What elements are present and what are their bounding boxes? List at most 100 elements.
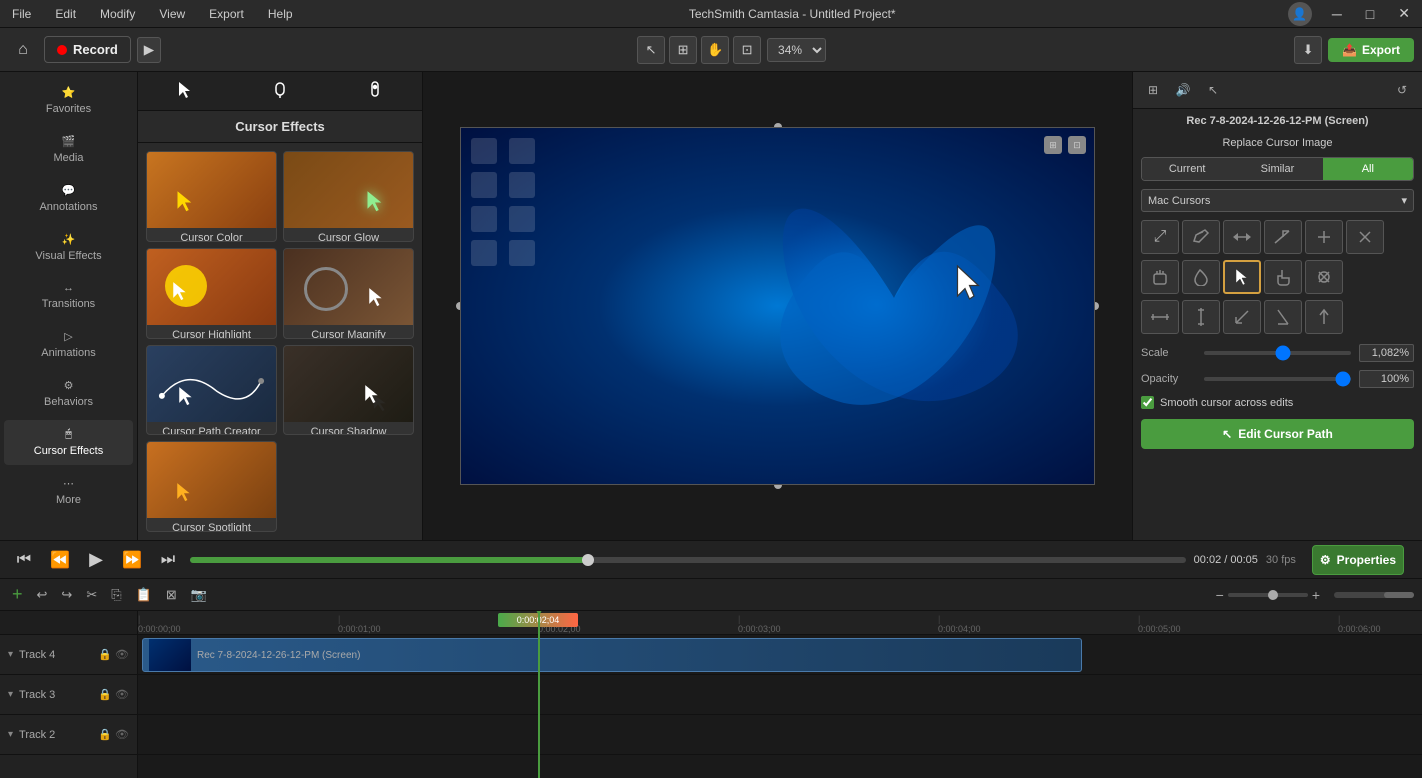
step-forward-button[interactable]: ⏭ [154,546,182,574]
cursor-cell-diag2[interactable] [1264,300,1302,334]
effect-card-cursor-path[interactable]: Cursor Path Creator [146,345,277,436]
track-4-chevron[interactable]: ▾ [8,649,13,660]
track-2-chevron[interactable]: ▾ [8,729,13,740]
download-icon[interactable]: ⬇ [1294,36,1322,64]
zoom-out-button[interactable]: − [1216,587,1224,603]
clip-track4[interactable]: Rec 7-8-2024-12-26-12-PM (Screen) [142,638,1082,672]
maximize-btn[interactable]: □ [1362,4,1378,24]
grid-icon[interactable]: ⊞ [1141,78,1165,102]
sidebar-item-favorites[interactable]: ⭐ Favorites [4,78,133,123]
cursor-cell-hand-point[interactable] [1264,260,1302,294]
cursor-cell-resize-h[interactable] [1223,220,1261,254]
zoom-select[interactable]: 34% [767,38,826,62]
add-track-button[interactable]: + [8,584,27,605]
close-btn[interactable]: ✕ [1394,3,1414,24]
export-button[interactable]: 📤 Export [1328,38,1414,62]
select-tool[interactable]: ↖ [637,36,665,64]
split-button[interactable]: ⊠ [162,585,181,605]
zoom-in-button[interactable]: + [1312,587,1320,603]
track-3-chevron[interactable]: ▾ [8,689,13,700]
effect-card-cursor-highlight[interactable]: Cursor Highlight [146,248,277,339]
menu-modify[interactable]: Modify [96,5,139,23]
properties-button[interactable]: ⚙ Properties [1312,545,1404,575]
undo-button[interactable]: ↩ [33,585,52,605]
record-button[interactable]: Record [44,36,131,63]
menu-edit[interactable]: Edit [51,5,80,23]
scroll-thumb[interactable] [1384,592,1414,598]
sidebar-item-transitions[interactable]: ↔ Transitions [4,274,133,318]
track-eye-icon[interactable]: 👁 [115,648,129,661]
redo-button[interactable]: ↪ [57,585,76,605]
track-2-lock-icon[interactable]: 🔒 [98,728,112,741]
zoom-slider-handle[interactable] [1268,590,1278,600]
user-avatar[interactable]: 👤 [1288,2,1312,26]
tab-cursor-click[interactable] [233,72,328,110]
scale-slider[interactable] [1204,351,1351,355]
step-back-button[interactable]: ⏮ [10,546,38,574]
cursor-cell-vline[interactable] [1182,300,1220,334]
cut-button[interactable]: ✂ [82,585,101,605]
cursor-cell-hand-flat[interactable] [1141,260,1179,294]
frame-back-button[interactable]: ⏪ [46,546,74,574]
track-2-eye-icon[interactable]: 👁 [115,728,129,741]
cursor-cell-hline[interactable] [1141,300,1179,334]
transform-tool[interactable]: ⊞ [669,36,697,64]
menu-view[interactable]: View [155,5,189,23]
effect-card-extra[interactable]: Cursor Spotlight [146,441,277,532]
hand-tool[interactable]: ✋ [701,36,729,64]
progress-handle[interactable] [582,554,594,566]
cursor-cell-drop[interactable] [1182,260,1220,294]
playhead[interactable] [538,611,540,778]
minimize-btn[interactable]: ─ [1328,4,1346,24]
tab-cursor-scroll[interactable] [327,72,422,110]
horizontal-scroll[interactable] [1334,592,1414,598]
cursor-rp-icon[interactable]: ↖ [1201,78,1225,102]
menu-help[interactable]: Help [264,5,297,23]
cursor-cell-cross[interactable] [1305,260,1343,294]
paste-button[interactable]: 📋 [132,585,156,605]
home-button[interactable]: ⌂ [8,35,38,65]
effect-card-cursor-glow[interactable]: Cursor Glow [283,151,414,242]
cursor-type-current[interactable]: Current [1142,158,1232,180]
cursor-cell-arrow-up[interactable] [1305,300,1343,334]
cursor-cell-plus[interactable] [1305,220,1343,254]
play-button[interactable]: ▶ [82,546,110,574]
record-arrow[interactable]: ▶ [137,37,161,63]
effect-card-cursor-magnify[interactable]: Cursor Magnify [283,248,414,339]
crop-tool[interactable]: ⊡ [733,36,761,64]
copy-button[interactable]: ⎘ [107,585,125,605]
track-3-eye-icon[interactable]: 👁 [115,688,129,701]
cursor-cell-x[interactable] [1346,220,1384,254]
tab-cursor-arrow[interactable] [138,72,233,110]
sidebar-item-behaviors[interactable]: ⚙ Behaviors [4,371,133,416]
snapshot-button[interactable]: 📷 [187,585,211,605]
edit-cursor-path-button[interactable]: ↖ Edit Cursor Path [1141,419,1414,449]
timeline-tracks[interactable]: 0:00:00;00 0:00:01;00 0:00:02,00 0:00:03… [138,611,1422,778]
refresh-icon[interactable]: ↺ [1390,78,1414,102]
zoom-slider-track[interactable] [1228,593,1308,597]
cursor-cell-pen[interactable] [1182,220,1220,254]
cursor-cell-arrow-selected[interactable] [1223,260,1261,294]
sidebar-item-media[interactable]: 🎬 Media [4,127,133,172]
track-3-lock-icon[interactable]: 🔒 [98,688,112,701]
sidebar-item-annotations[interactable]: 💬 Annotations [4,176,133,221]
audio-icon[interactable]: 🔊 [1171,78,1195,102]
sidebar-item-cursor-effects[interactable]: 🖱 Cursor Effects [4,420,133,465]
effect-card-cursor-shadow[interactable]: Cursor Shadow [283,345,414,436]
frame-forward-button[interactable]: ⏩ [118,546,146,574]
cursor-cell-move[interactable]: ⤢ [1141,220,1179,254]
track-lock-icon[interactable]: 🔒 [98,648,112,661]
cursor-set-dropdown[interactable]: Mac Cursors ▾ [1141,189,1414,212]
cursor-cell-diag1[interactable] [1223,300,1261,334]
cursor-type-all[interactable]: All [1323,158,1413,180]
effect-card-cursor-color[interactable]: Cursor Color [146,151,277,242]
cursor-cell-resize-ne[interactable] [1264,220,1302,254]
sidebar-item-animations[interactable]: ▷ Animations [4,322,133,367]
progress-bar[interactable] [190,557,1186,563]
sidebar-item-visual-effects[interactable]: ✨ Visual Effects [4,225,133,270]
cursor-type-similar[interactable]: Similar [1232,158,1322,180]
menu-file[interactable]: File [8,5,35,23]
menu-export[interactable]: Export [205,5,248,23]
opacity-slider[interactable] [1204,377,1351,381]
smooth-checkbox[interactable] [1141,396,1154,409]
